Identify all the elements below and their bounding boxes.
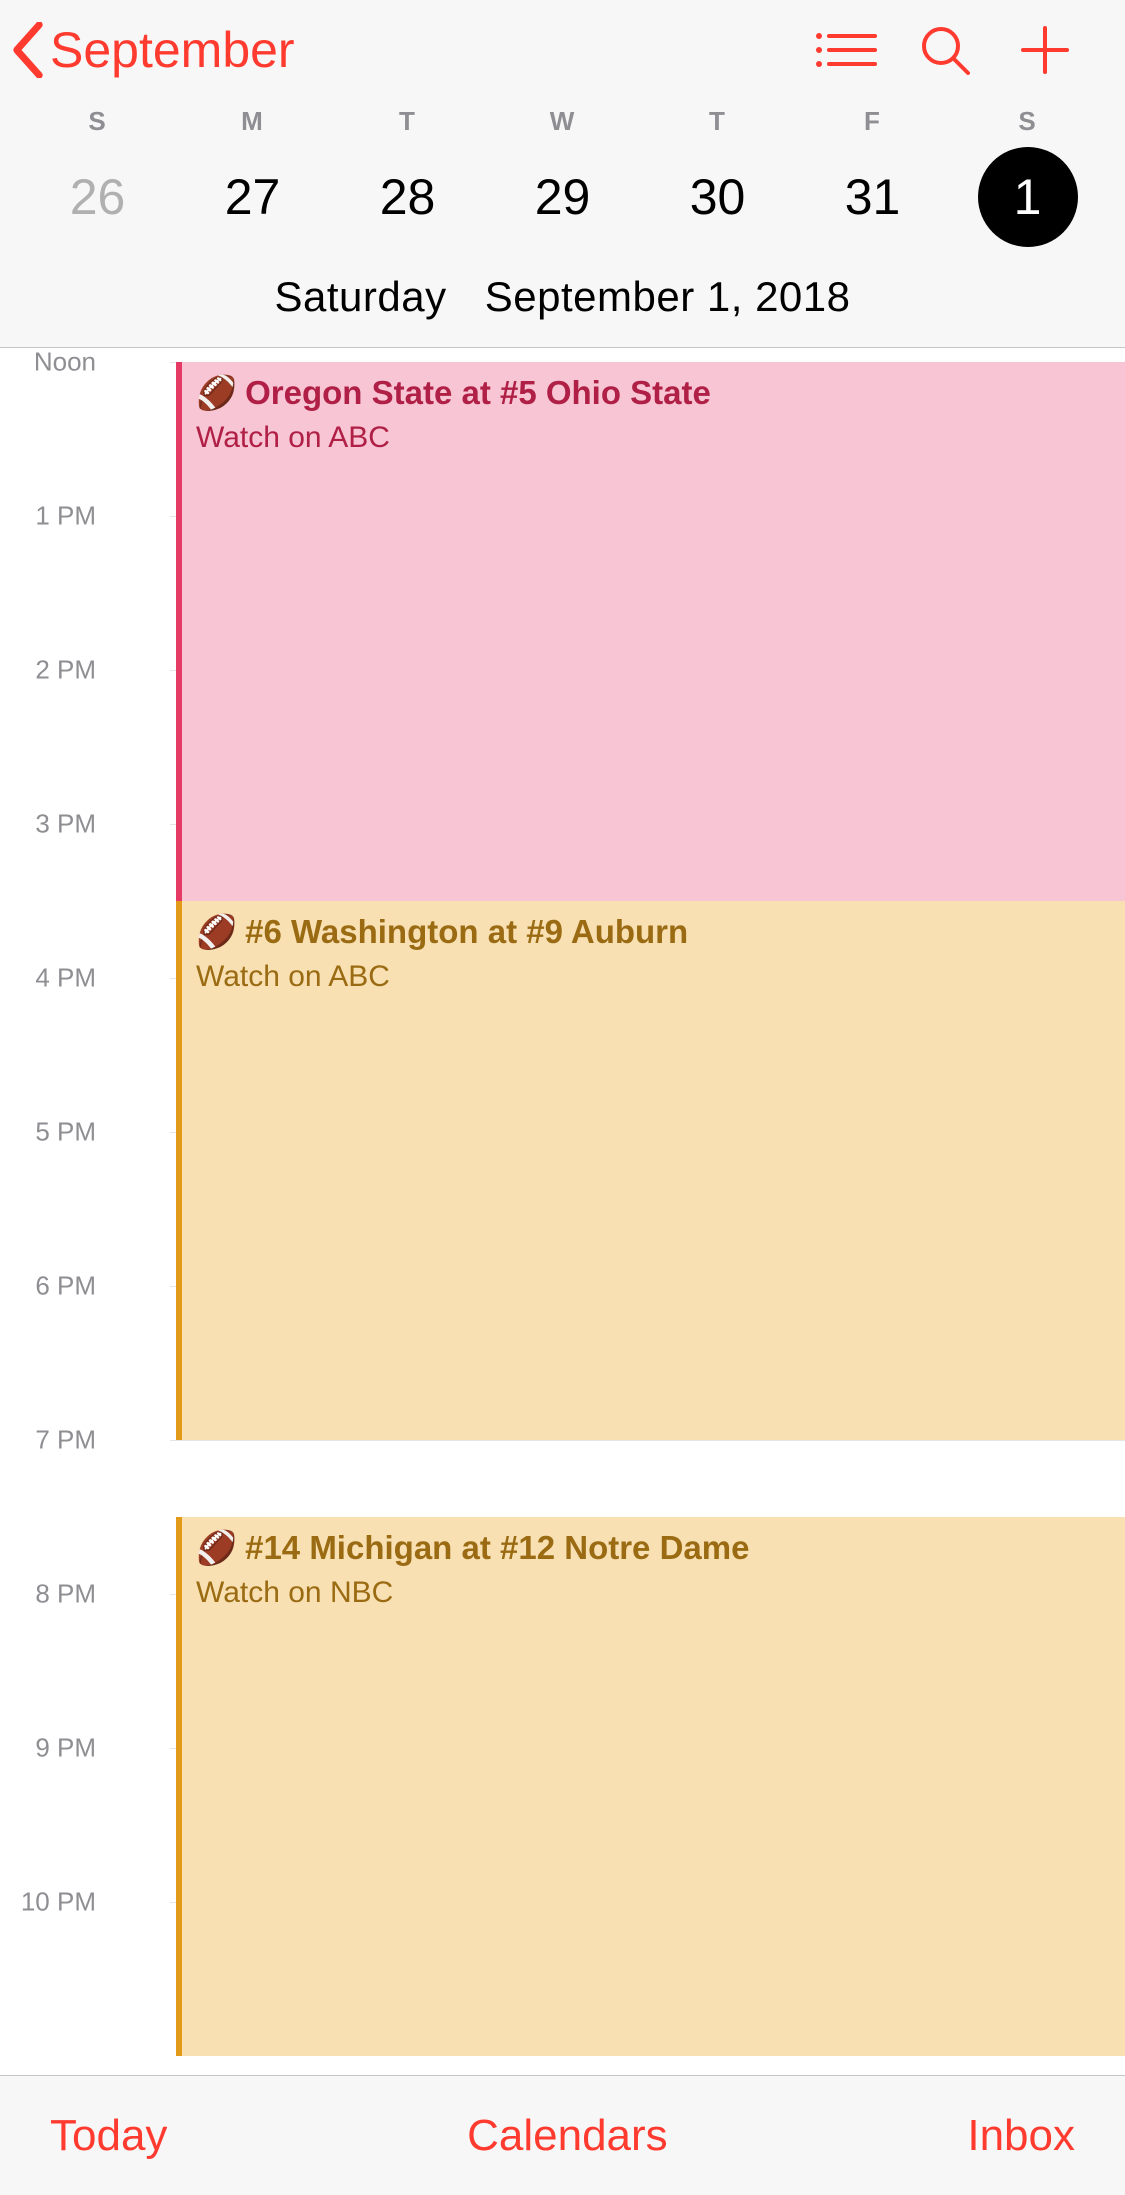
- weekday-label: M: [175, 100, 330, 147]
- date-number: 27: [203, 147, 303, 247]
- football-icon: 🏈: [196, 374, 237, 411]
- today-button[interactable]: Today: [50, 2111, 167, 2161]
- weekday-label: S: [950, 100, 1105, 147]
- date-cell[interactable]: 30: [640, 147, 795, 247]
- calendar-event[interactable]: 🏈#14 Michigan at #12 Notre DameWatch on …: [176, 1517, 1125, 2056]
- weekday-label: W: [485, 100, 640, 147]
- event-title: 🏈Oregon State at #5 Ohio State: [196, 372, 1109, 415]
- calendars-button[interactable]: Calendars: [467, 2111, 668, 2161]
- football-icon: 🏈: [196, 1529, 237, 1566]
- event-subtitle: Watch on NBC: [196, 1572, 1109, 1614]
- back-button[interactable]: September: [10, 21, 295, 79]
- hour-label: 7 PM: [0, 1425, 120, 1456]
- add-event-button[interactable]: [995, 10, 1095, 90]
- dates-row: 26 27 28 29 30 31 1: [0, 147, 1125, 267]
- chevron-left-icon: [10, 22, 46, 78]
- bottom-toolbar: Today Calendars Inbox: [0, 2075, 1125, 2195]
- weekday-label: S: [20, 100, 175, 147]
- list-icon: [813, 28, 877, 72]
- weekday-label: F: [795, 100, 950, 147]
- selected-weekday: Saturday: [274, 273, 446, 320]
- calendar-event[interactable]: 🏈#6 Washington at #9 AuburnWatch on ABC: [176, 901, 1125, 1440]
- date-cell[interactable]: 27: [175, 147, 330, 247]
- list-view-button[interactable]: [795, 10, 895, 90]
- hour-label: 3 PM: [0, 809, 120, 840]
- plus-icon: [1020, 25, 1070, 75]
- date-number: 29: [513, 147, 613, 247]
- hour-label: 1 PM: [0, 501, 120, 532]
- hour-label: 8 PM: [0, 1579, 120, 1610]
- hour-label: 9 PM: [0, 1733, 120, 1764]
- calendar-header: September: [0, 0, 1125, 348]
- hour-label: 5 PM: [0, 1117, 120, 1148]
- hour-label: 6 PM: [0, 1271, 120, 1302]
- inbox-button[interactable]: Inbox: [967, 2111, 1075, 2161]
- hour-label: 2 PM: [0, 655, 120, 686]
- football-icon: 🏈: [196, 913, 237, 950]
- event-subtitle: Watch on ABC: [196, 956, 1109, 998]
- date-number: 30: [668, 147, 768, 247]
- date-cell[interactable]: 26: [20, 147, 175, 247]
- weekday-label: T: [640, 100, 795, 147]
- event-title: 🏈#14 Michigan at #12 Notre Dame: [196, 1527, 1109, 1570]
- nav-row: September: [0, 0, 1125, 100]
- date-number: 26: [48, 147, 148, 247]
- weekday-label: T: [330, 100, 485, 147]
- weekday-row: S M T W T F S: [0, 100, 1125, 147]
- hour-label: 4 PM: [0, 963, 120, 994]
- events-layer: 🏈Oregon State at #5 Ohio StateWatch on A…: [176, 348, 1125, 2058]
- search-button[interactable]: [895, 10, 995, 90]
- calendar-event[interactable]: 🏈Oregon State at #5 Ohio StateWatch on A…: [176, 362, 1125, 901]
- day-schedule[interactable]: Noon 1 PM 2 PM 3 PM 4 PM 5 PM 6 PM 7 PM 8 PM 9 PM…: [0, 348, 1125, 2058]
- hour-label: Noon: [0, 347, 120, 378]
- date-number: 31: [823, 147, 923, 247]
- date-number: 28: [358, 147, 458, 247]
- date-cell[interactable]: 29: [485, 147, 640, 247]
- selected-full-date: September 1, 2018: [485, 273, 851, 320]
- hour-label: 10 PM: [0, 1887, 120, 1918]
- search-icon: [918, 23, 972, 77]
- event-subtitle: Watch on ABC: [196, 417, 1109, 459]
- date-cell[interactable]: 1: [950, 147, 1105, 247]
- date-number: 1: [978, 147, 1078, 247]
- back-label: September: [50, 21, 295, 79]
- date-cell[interactable]: 28: [330, 147, 485, 247]
- event-title: 🏈#6 Washington at #9 Auburn: [196, 911, 1109, 954]
- selected-date-heading: Saturday September 1, 2018: [0, 267, 1125, 347]
- date-cell[interactable]: 31: [795, 147, 950, 247]
